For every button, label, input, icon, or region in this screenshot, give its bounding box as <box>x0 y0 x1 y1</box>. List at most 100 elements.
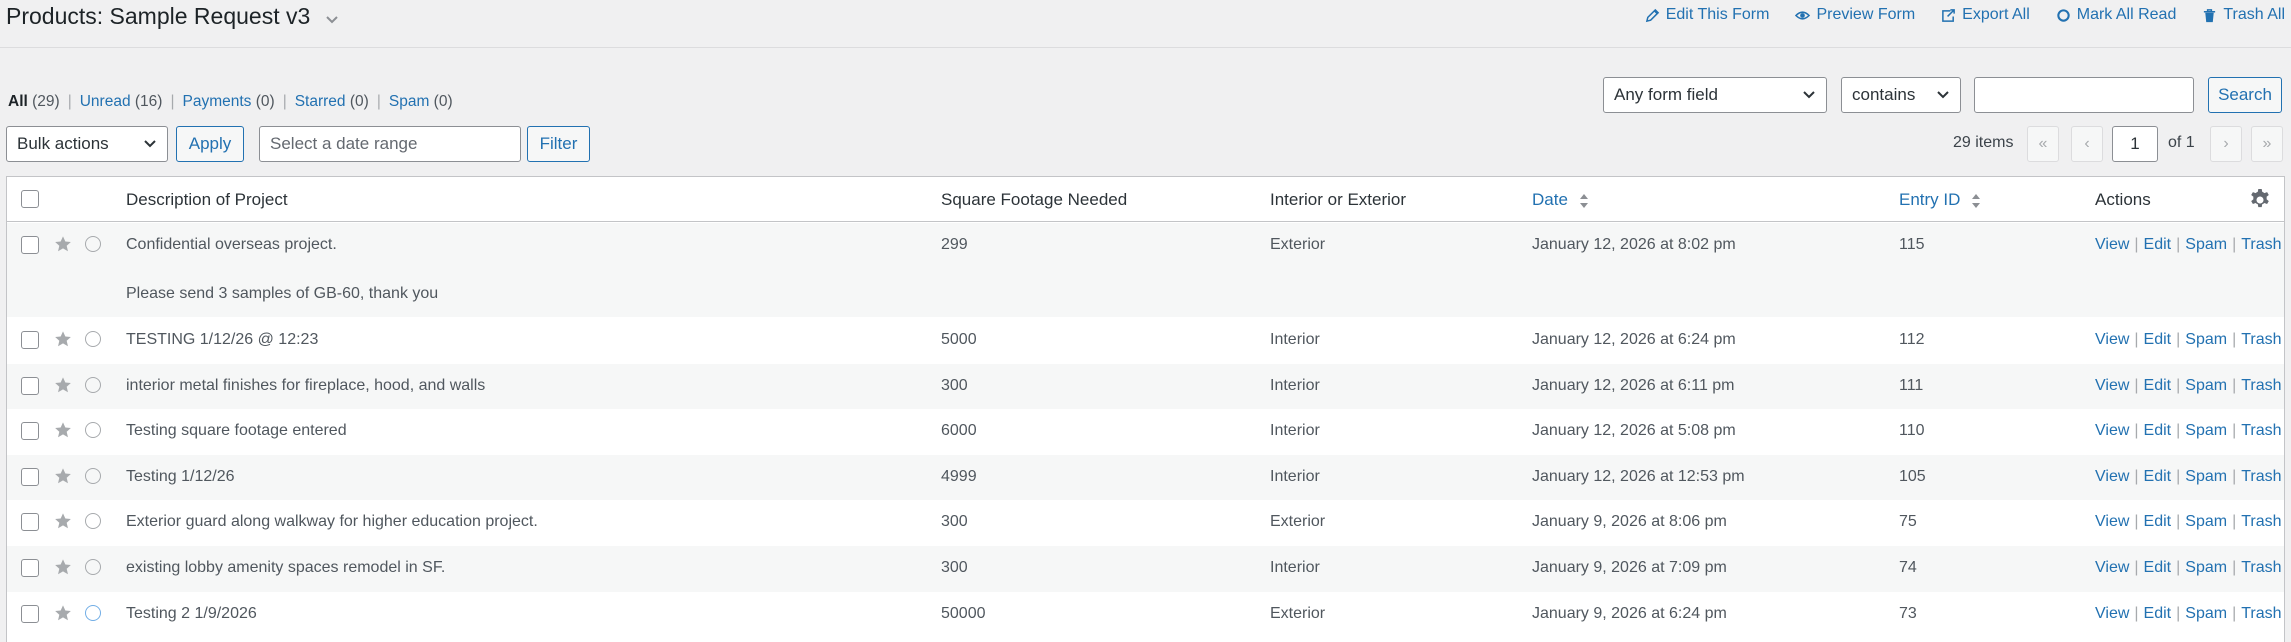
cell-interior-exterior: Exterior <box>1270 236 1326 253</box>
filter-button[interactable]: Filter <box>527 126 590 162</box>
view-link[interactable]: View <box>2095 331 2129 348</box>
read-status-icon[interactable] <box>85 236 101 252</box>
row-checkbox[interactable] <box>21 236 39 254</box>
cell-interior-exterior: Exterior <box>1270 513 1326 530</box>
filter-unread[interactable]: Unread <box>80 93 131 110</box>
trash-link[interactable]: Trash <box>2241 559 2281 576</box>
view-link[interactable]: View <box>2095 377 2129 394</box>
view-link[interactable]: View <box>2095 468 2129 485</box>
last-page-button[interactable]: » <box>2251 126 2283 162</box>
edit-link[interactable]: Edit <box>2144 331 2172 348</box>
export-all-link[interactable]: Export All <box>1941 6 2030 24</box>
trash-link[interactable]: Trash <box>2241 605 2281 622</box>
filter-all[interactable]: All <box>8 93 28 110</box>
view-link[interactable]: View <box>2095 559 2129 576</box>
separator: | <box>2134 236 2139 253</box>
search-field-select[interactable]: Any form field <box>1603 77 1827 113</box>
filter-unread-count: (16) <box>134 93 163 110</box>
star-icon[interactable] <box>54 376 72 394</box>
cell-date: January 9, 2026 at 6:24 pm <box>1532 605 1727 622</box>
row-checkbox[interactable] <box>21 422 39 440</box>
column-entry-id[interactable]: Entry ID <box>1899 177 1981 222</box>
spam-link[interactable]: Spam <box>2185 513 2227 530</box>
cell-description: interior metal finishes for fireplace, h… <box>126 377 486 394</box>
apply-button[interactable]: Apply <box>176 126 244 162</box>
star-icon[interactable] <box>54 604 72 622</box>
bulk-actions-select[interactable]: Bulk actions <box>6 126 168 162</box>
column-date[interactable]: Date <box>1532 177 1589 222</box>
row-checkbox[interactable] <box>21 377 39 395</box>
filter-payments[interactable]: Payments <box>183 93 252 110</box>
trash-link[interactable]: Trash <box>2241 422 2281 439</box>
edit-link[interactable]: Edit <box>2144 605 2172 622</box>
view-link[interactable]: View <box>2095 513 2129 530</box>
mark-all-read-link[interactable]: Mark All Read <box>2056 6 2176 24</box>
star-icon[interactable] <box>54 421 72 439</box>
trash-link[interactable]: Trash <box>2241 377 2281 394</box>
edit-link[interactable]: Edit <box>2144 513 2172 530</box>
star-icon[interactable] <box>54 512 72 530</box>
first-page-button[interactable]: « <box>2027 126 2059 162</box>
trash-link[interactable]: Trash <box>2241 468 2281 485</box>
search-operator-select[interactable]: contains <box>1841 77 1961 113</box>
spam-link[interactable]: Spam <box>2185 331 2227 348</box>
separator: | <box>2232 422 2237 439</box>
search-button[interactable]: Search <box>2208 77 2282 113</box>
chevron-down-icon[interactable] <box>325 4 339 31</box>
edit-link[interactable]: Edit <box>2144 559 2172 576</box>
spam-link[interactable]: Spam <box>2185 236 2227 253</box>
row-checkbox[interactable] <box>21 468 39 486</box>
read-status-icon[interactable] <box>85 377 101 393</box>
star-icon[interactable] <box>54 558 72 576</box>
star-icon[interactable] <box>54 330 72 348</box>
read-status-icon[interactable] <box>85 422 101 438</box>
filter-spam[interactable]: Spam <box>389 93 430 110</box>
read-status-icon[interactable] <box>85 331 101 347</box>
view-link[interactable]: View <box>2095 422 2129 439</box>
read-status-icon[interactable] <box>85 513 101 529</box>
spam-link[interactable]: Spam <box>2185 377 2227 394</box>
trash-link[interactable]: Trash <box>2241 513 2281 530</box>
date-range-input[interactable]: Select a date range <box>259 126 521 162</box>
spam-link[interactable]: Spam <box>2185 559 2227 576</box>
separator: | <box>2134 513 2139 530</box>
cell-interior-exterior: Interior <box>1270 559 1320 576</box>
trash-all-link[interactable]: Trash All <box>2202 6 2285 24</box>
entries-table: Description of Project Square Footage Ne… <box>6 176 2285 642</box>
prev-page-button[interactable]: ‹ <box>2071 126 2103 162</box>
spam-link[interactable]: Spam <box>2185 468 2227 485</box>
separator: | <box>2176 422 2181 439</box>
export-icon <box>1942 8 1956 22</box>
trash-link[interactable]: Trash <box>2241 331 2281 348</box>
spam-link[interactable]: Spam <box>2185 422 2227 439</box>
row-checkbox[interactable] <box>21 559 39 577</box>
read-status-icon[interactable] <box>85 468 101 484</box>
read-status-icon[interactable] <box>85 559 101 575</box>
gear-icon[interactable] <box>2248 187 2272 211</box>
cell-entry-id: 73 <box>1899 605 1917 622</box>
current-page-input[interactable]: 1 <box>2112 126 2158 162</box>
next-page-button[interactable]: › <box>2210 126 2242 162</box>
trash-link[interactable]: Trash <box>2241 236 2281 253</box>
row-checkbox[interactable] <box>21 605 39 623</box>
filter-starred[interactable]: Starred <box>295 93 346 110</box>
row-checkbox[interactable] <box>21 331 39 349</box>
edit-link[interactable]: Edit <box>2144 236 2172 253</box>
page-title[interactable]: Products: Sample Request v3 <box>6 3 339 31</box>
view-link[interactable]: View <box>2095 605 2129 622</box>
star-icon[interactable] <box>54 235 72 253</box>
edit-link[interactable]: Edit <box>2144 422 2172 439</box>
column-square-footage: Square Footage Needed <box>941 190 1128 209</box>
spam-link[interactable]: Spam <box>2185 605 2227 622</box>
preview-form-link[interactable]: Preview Form <box>1795 6 1915 24</box>
read-status-icon[interactable] <box>85 605 101 621</box>
edit-link[interactable]: Edit <box>2144 377 2172 394</box>
star-icon[interactable] <box>54 467 72 485</box>
edit-link[interactable]: Edit <box>2144 468 2172 485</box>
row-checkbox[interactable] <box>21 513 39 531</box>
select-all-checkbox[interactable] <box>21 190 39 208</box>
edit-form-link[interactable]: Edit This Form <box>1645 6 1769 24</box>
view-link[interactable]: View <box>2095 236 2129 253</box>
form-actions: Edit This Form Preview Form Export All M… <box>1645 6 2285 24</box>
search-input[interactable] <box>1974 77 2194 113</box>
